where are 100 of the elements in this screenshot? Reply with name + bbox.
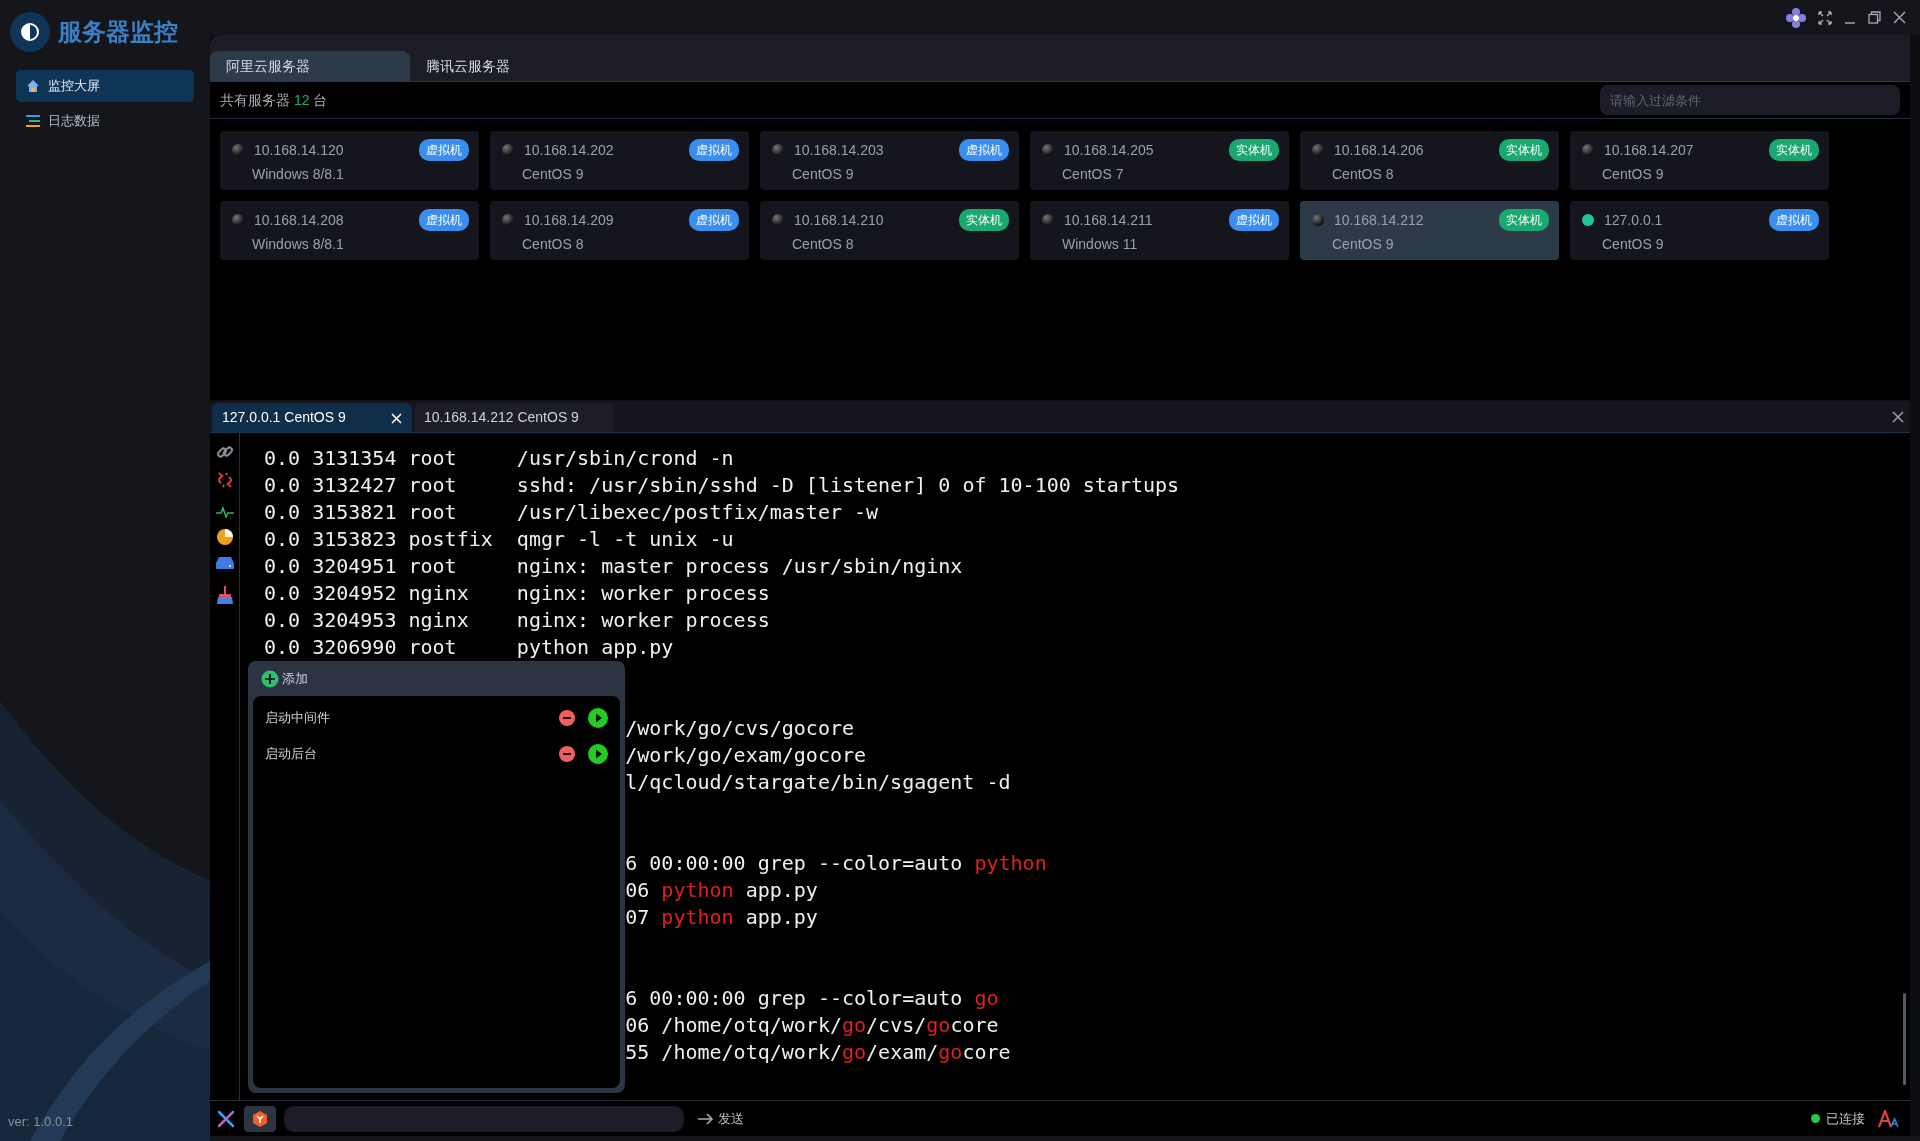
server-ip: 10.168.14.202 xyxy=(524,140,614,160)
terminal-line: 6 00:00:00 grep --color=auto python xyxy=(625,851,1047,875)
terminal-line: 0.0 3204951 root nginx: master process /usr/sbin/nginx xyxy=(264,554,963,578)
tab[interactable]: 腾讯云服务器 xyxy=(410,51,610,81)
terminal-line: 0.0 3204953 nginx nginx: worker process xyxy=(264,608,770,632)
server-ip: 10.168.14.207 xyxy=(1604,140,1694,160)
arrow-icon xyxy=(698,1112,714,1125)
server-ip: 10.168.14.205 xyxy=(1064,140,1154,160)
server-card[interactable]: 10.168.14.203 虚拟机 CentOS 9 xyxy=(760,131,1019,190)
terminal-line: 55 /home/otq/work/go/exam/gocore xyxy=(625,1040,1011,1064)
tab-label: 127.0.0.1 CentOS 9 xyxy=(222,408,346,427)
remove-button[interactable] xyxy=(559,710,575,726)
send-button[interactable]: 发送 xyxy=(692,1107,750,1130)
font-size-icon[interactable] xyxy=(1878,1109,1900,1128)
pulse-icon[interactable] xyxy=(215,505,234,518)
server-card[interactable]: 10.168.14.205 实体机 CentOS 7 xyxy=(1030,131,1289,190)
server-type-tag: 实体机 xyxy=(1769,139,1819,161)
fullscreen-icon[interactable] xyxy=(1818,10,1832,25)
broken-link-icon[interactable] xyxy=(215,471,234,489)
filter-field[interactable]: 请输入过滤条件 xyxy=(1600,85,1900,115)
play-button[interactable] xyxy=(588,708,608,728)
server-card[interactable]: 10.168.14.202 虚拟机 CentOS 9 xyxy=(490,131,749,190)
server-os: Windows 11 xyxy=(1061,235,1139,254)
server-card[interactable]: 10.168.14.210 实体机 CentOS 8 xyxy=(760,201,1019,260)
close-icon[interactable] xyxy=(1891,410,1904,423)
server-card[interactable]: 127.0.0.1 虚拟机 CentOS 9 xyxy=(1570,201,1829,260)
link-icon[interactable] xyxy=(215,443,234,461)
server-type-tag: 虚拟机 xyxy=(1229,209,1279,231)
scrollbar[interactable] xyxy=(1903,993,1906,1085)
server-os: Windows 8/8.1 xyxy=(251,165,345,184)
server-ip: 10.168.14.203 xyxy=(794,140,884,160)
server-os: CentOS 7 xyxy=(1061,165,1125,184)
server-card[interactable]: 10.168.14.206 实体机 CentOS 8 xyxy=(1300,131,1559,190)
server-os: CentOS 8 xyxy=(1331,165,1395,184)
server-ip: 10.168.14.209 xyxy=(524,210,614,230)
close-icon[interactable] xyxy=(1893,11,1906,24)
terminal-line: 0.0 3153823 postfix qmgr -l -t unix -u xyxy=(264,527,734,551)
server-type-tag: 实体机 xyxy=(959,209,1009,231)
terminal-line: 06 /home/otq/work/go/cvs/gocore xyxy=(625,1013,999,1037)
server-ip: 10.168.14.208 xyxy=(254,210,344,230)
server-card[interactable]: 10.168.14.207 实体机 CentOS 9 xyxy=(1570,131,1829,190)
server-ip: 10.168.14.211 xyxy=(1064,210,1153,230)
version-label: ver: 1.0.0.1 xyxy=(8,1112,74,1131)
list-icon xyxy=(26,113,40,128)
terminal-line: /work/go/cvs/gocore xyxy=(625,716,854,740)
terminal-line: 0.0 3206990 root python app.py xyxy=(264,635,674,659)
server-type-tag: 虚拟机 xyxy=(419,209,469,231)
sidebar-item[interactable]: 日志数据 xyxy=(16,104,194,137)
server-type-tag: 实体机 xyxy=(1499,139,1549,161)
tab-label: 10.168.14.212 CentOS 9 xyxy=(424,408,579,427)
server-os: CentOS 9 xyxy=(1601,235,1665,254)
play-button[interactable] xyxy=(588,744,608,764)
sidebar-item[interactable]: 监控大屏 xyxy=(16,70,194,102)
server-card[interactable]: 10.168.14.209 虚拟机 CentOS 8 xyxy=(490,201,749,260)
server-type-tag: 实体机 xyxy=(1499,209,1549,231)
restore-icon[interactable] xyxy=(1868,11,1881,24)
terminal-tab[interactable]: 127.0.0.1 CentOS 9 xyxy=(212,403,412,432)
home-icon xyxy=(26,79,40,93)
tools-icon[interactable] xyxy=(216,1108,236,1129)
server-card[interactable]: 10.168.14.208 虚拟机 Windows 8/8.1 xyxy=(220,201,479,260)
server-os: CentOS 9 xyxy=(521,165,585,184)
server-os: CentOS 9 xyxy=(1331,235,1395,254)
hexagon-button[interactable] xyxy=(244,1105,276,1132)
terminal-line: 0.0 3153821 root /usr/libexec/postfix/master -w xyxy=(264,500,879,524)
pie-chart-icon[interactable] xyxy=(215,527,234,546)
server-type-tag: 实体机 xyxy=(1229,139,1279,161)
server-card[interactable]: 10.168.14.120 虚拟机 Windows 8/8.1 xyxy=(220,131,479,190)
server-count-text: 共有服务器 12 台 xyxy=(220,90,328,110)
add-button[interactable]: 添加 xyxy=(261,668,308,689)
remove-button[interactable] xyxy=(559,746,575,762)
logo-icon xyxy=(10,12,50,52)
server-os: CentOS 9 xyxy=(791,165,855,184)
flower-icon[interactable] xyxy=(1786,7,1806,28)
tab[interactable]: 阿里云服务器 xyxy=(210,51,410,81)
command-label: 启动中间件 xyxy=(265,709,330,728)
terminal-line: l/qcloud/stargate/bin/sgagent -d xyxy=(625,770,1011,794)
server-card[interactable]: 10.168.14.212 实体机 CentOS 9 xyxy=(1300,201,1559,260)
terminal-tab[interactable]: 10.168.14.212 CentOS 9 xyxy=(414,403,614,432)
terminal-line: 0.0 3132427 root sshd: /usr/sbin/sshd -D [listener] 0 of 10-100 startups xyxy=(264,473,1180,497)
hard-drive-icon[interactable] xyxy=(215,555,234,570)
server-ip: 10.168.14.210 xyxy=(794,210,884,230)
status-label: 已连接 xyxy=(1826,1109,1865,1128)
terminal-line: 0.0 3204952 nginx nginx: worker process xyxy=(264,581,770,605)
server-ip: 10.168.14.120 xyxy=(254,140,344,160)
server-type-tag: 虚拟机 xyxy=(419,139,469,161)
command-label: 启动后台 xyxy=(265,745,317,764)
server-ip: 10.168.14.206 xyxy=(1334,140,1424,160)
terminal-line: /work/go/exam/gocore xyxy=(625,743,867,767)
server-type-tag: 虚拟机 xyxy=(689,139,739,161)
server-os: CentOS 8 xyxy=(521,235,585,254)
server-ip: 127.0.0.1 xyxy=(1604,210,1663,230)
server-os: CentOS 9 xyxy=(1601,165,1665,184)
terminal-line: 0.0 3131354 root /usr/sbin/crond -n xyxy=(264,446,734,470)
plus-icon xyxy=(261,669,279,688)
server-card[interactable]: 10.168.14.211 虚拟机 Windows 11 xyxy=(1030,201,1289,260)
command-field[interactable] xyxy=(284,1105,684,1132)
app-title: 服务器监控 xyxy=(58,17,178,47)
broom-icon[interactable] xyxy=(215,586,234,604)
terminal-line: 07 python app.py xyxy=(625,905,818,929)
server-type-tag: 虚拟机 xyxy=(689,209,739,231)
